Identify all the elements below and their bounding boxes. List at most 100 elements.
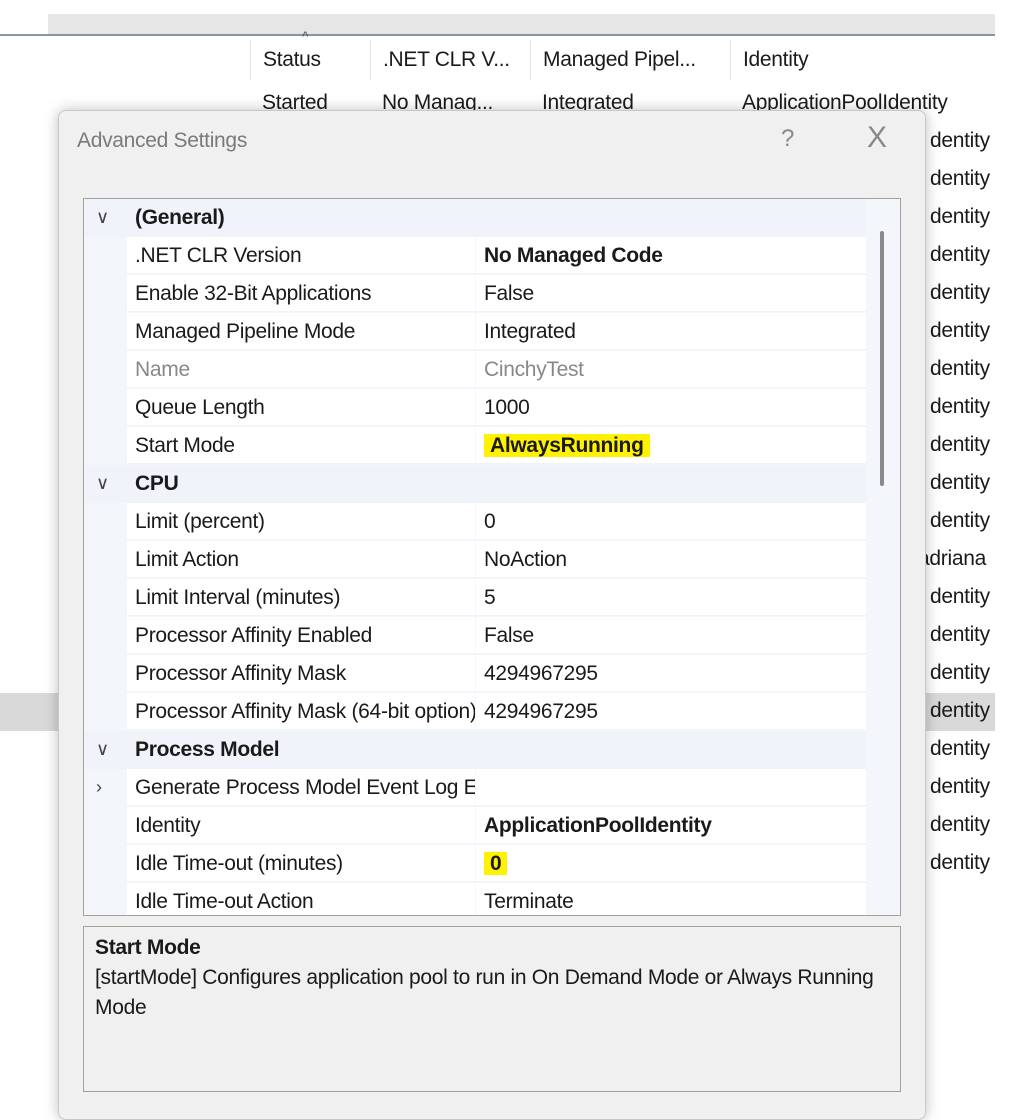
property-row[interactable]: Managed Pipeline Mode Integrated	[84, 313, 866, 351]
property-row[interactable]: .NET CLR Version No Managed Code	[84, 237, 866, 275]
list-cell-identity: dentity	[930, 775, 990, 798]
column-header-identity[interactable]: Identity	[730, 40, 1000, 80]
list-cell-identity: dentity	[930, 585, 990, 608]
property-value[interactable]: Terminate	[476, 883, 866, 915]
property-value[interactable]: 0	[476, 503, 866, 540]
property-value[interactable]	[476, 769, 866, 806]
list-cell-identity: dentity	[930, 129, 990, 152]
property-grid: Idle Time-out Action Terminate Idle Time-o…	[83, 198, 901, 916]
list-cell-identity: dentity	[930, 851, 990, 874]
property-value[interactable]: NoAction	[476, 541, 866, 578]
property-row[interactable]: Processor Affinity Enabled False	[84, 617, 866, 655]
selected-row-band	[0, 693, 60, 731]
property-row[interactable]: › Generate Process Model Event Log Entry	[84, 769, 866, 807]
property-value[interactable]: 1000	[476, 389, 866, 426]
property-value-text: 0	[484, 852, 508, 875]
property-value[interactable]: 0	[476, 845, 866, 882]
list-cell-identity: dentity	[930, 319, 990, 342]
list-cell-identity: adriana	[918, 547, 986, 570]
property-name: Queue Length	[127, 389, 475, 426]
column-header-clr[interactable]: .NET CLR V...	[370, 40, 530, 80]
property-row[interactable]: Start Mode AlwaysRunning	[84, 427, 866, 465]
property-value-text: CinchyTest	[484, 358, 584, 381]
property-name: Limit Interval (minutes)	[127, 579, 475, 616]
property-value-text: 0	[484, 510, 496, 533]
property-value[interactable]: CinchyTest	[476, 351, 866, 388]
property-value-text: False	[484, 624, 534, 647]
property-row[interactable]: Limit Action NoAction	[84, 541, 866, 579]
property-value-text: 4294967295	[484, 662, 598, 685]
list-cell-identity: dentity	[930, 813, 990, 836]
property-value[interactable]: AlwaysRunning	[476, 427, 866, 464]
property-row[interactable]: Idle Time-out (minutes) 0	[84, 845, 866, 883]
property-value-text: 5	[484, 586, 496, 609]
property-value-text: Integrated	[484, 320, 576, 343]
property-row[interactable]: Processor Affinity Mask (64-bit option) 4…	[84, 693, 866, 731]
column-header-status[interactable]: Status	[250, 40, 370, 80]
property-row[interactable]: Limit Interval (minutes) 5	[84, 579, 866, 617]
property-value[interactable]: 5	[476, 579, 866, 616]
property-row[interactable]: Idle Time-out Action Terminate	[84, 883, 866, 915]
chevron-down-icon[interactable]: ∨	[96, 465, 116, 502]
description-title: Start Mode	[95, 936, 201, 959]
toolbar-strip	[48, 14, 995, 35]
chevron-right-icon[interactable]: ›	[96, 769, 116, 806]
category-label: (General)	[135, 206, 225, 229]
property-name: Idle Time-out (minutes)	[127, 845, 475, 882]
category-process-model[interactable]: ∨ Process Model	[84, 731, 866, 769]
property-value-text: 4294967295	[484, 700, 598, 723]
property-value-text: Terminate	[484, 890, 574, 913]
list-cell-identity: dentity	[930, 357, 990, 380]
property-value[interactable]: False	[476, 617, 866, 654]
list-cell-identity: dentity	[930, 623, 990, 646]
property-name: Name	[127, 351, 475, 388]
description-text: [startMode] Configures application pool …	[95, 966, 874, 1019]
property-value-text: NoAction	[484, 548, 567, 571]
list-cell-identity: dentity	[930, 205, 990, 228]
property-value-text: AlwaysRunning	[484, 434, 650, 457]
advanced-settings-dialog: Advanced Settings ? X Idle Time-out Acti…	[58, 110, 926, 1120]
scrollbar-thumb[interactable]	[880, 231, 884, 486]
list-cell-identity: dentity	[930, 281, 990, 304]
property-value-text: False	[484, 282, 534, 305]
property-value[interactable]: 4294967295	[476, 693, 866, 730]
chevron-down-icon[interactable]: ∨	[96, 199, 116, 236]
property-value[interactable]: No Managed Code	[476, 237, 866, 274]
category-label: Process Model	[135, 738, 280, 761]
close-button[interactable]: X	[867, 121, 887, 155]
property-value[interactable]: Integrated	[476, 313, 866, 350]
property-value[interactable]: 4294967295	[476, 655, 866, 692]
list-cell-identity: dentity	[930, 661, 990, 684]
list-cell-identity: dentity	[930, 395, 990, 418]
column-header-pipeline[interactable]: Managed Pipel...	[530, 40, 730, 80]
property-row[interactable]: Identity ApplicationPoolIdentity	[84, 807, 866, 845]
property-row[interactable]: Name CinchyTest	[84, 351, 866, 389]
property-row[interactable]: Processor Affinity Mask 4294967295	[84, 655, 866, 693]
property-row[interactable]: Queue Length 1000	[84, 389, 866, 427]
property-name: Limit Action	[127, 541, 475, 578]
list-cell-identity: dentity	[930, 699, 990, 722]
property-value-text: ApplicationPoolIdentity	[484, 814, 712, 837]
property-row[interactable]: Limit (percent) 0	[84, 503, 866, 541]
property-name: Start Mode	[127, 427, 475, 464]
scrollbar[interactable]	[866, 199, 900, 915]
dialog-title: Advanced Settings	[77, 129, 248, 152]
property-name: Limit (percent)	[127, 503, 475, 540]
list-cell-identity: dentity	[930, 471, 990, 494]
property-name: .NET CLR Version	[127, 237, 475, 274]
property-name: Processor Affinity Mask (64-bit option)	[127, 693, 475, 730]
property-value-text: No Managed Code	[484, 244, 663, 267]
property-value[interactable]: False	[476, 275, 866, 312]
property-row[interactable]: Enable 32-Bit Applications False	[84, 275, 866, 313]
category-general[interactable]: ∨ (General)	[84, 199, 866, 237]
description-panel: Start Mode [startMode] Configures applic…	[83, 926, 901, 1092]
property-value[interactable]: ApplicationPoolIdentity	[476, 807, 866, 844]
list-cell-identity: dentity	[930, 243, 990, 266]
property-value-text: 1000	[484, 396, 530, 419]
help-button[interactable]: ?	[781, 125, 794, 153]
property-name: Processor Affinity Enabled	[127, 617, 475, 654]
category-cpu[interactable]: ∨ CPU	[84, 465, 866, 503]
property-name: Enable 32-Bit Applications	[127, 275, 475, 312]
chevron-down-icon[interactable]: ∨	[96, 731, 116, 768]
divider	[0, 34, 995, 36]
